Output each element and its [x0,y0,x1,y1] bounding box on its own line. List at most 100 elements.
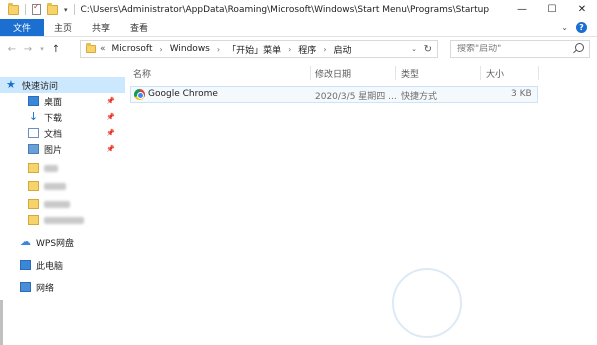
maximize-button[interactable]: ☐ [537,0,567,19]
redacted-label [44,182,66,190]
properties-icon[interactable] [32,2,41,15]
column-divider[interactable] [538,66,539,80]
sidebar-item-downloads[interactable]: ↓ 下载 📌 [0,109,125,125]
sidebar-item-label: 桌面 [44,97,63,108]
sidebar-item-label: 此电脑 [36,261,64,272]
ribbon-tabs: 文件 主页 共享 查看 ⌄ ? [0,19,597,37]
sidebar-item-folder[interactable] [0,178,125,194]
network-icon [20,282,31,292]
file-name: Google Chrome [148,89,218,99]
breadcrumb-windows[interactable]: Windows [170,44,210,54]
cloud-icon: ☁ [20,235,31,248]
desktop-icon [28,96,39,106]
folder-icon [28,199,39,209]
search-box[interactable] [450,40,590,58]
back-arrow-icon[interactable]: ← [4,44,20,55]
sidebar-item-documents[interactable]: 文档 📌 [0,125,125,141]
documents-icon [28,128,39,138]
file-type: 快捷方式 [401,92,438,102]
sidebar-item-desktop[interactable]: 桌面 📌 [0,93,125,109]
watermark-logo [392,268,462,338]
tab-view[interactable]: 查看 [120,19,158,36]
column-divider[interactable] [310,66,311,80]
breadcrumb-programs[interactable]: 程序 [298,43,316,56]
pin-icon: 📌 [106,145,115,153]
pictures-icon [28,144,39,154]
sidebar-item-wps-drive[interactable]: ☁ WPS网盘 [0,234,125,250]
column-header-size[interactable]: 大小 [486,66,504,80]
sidebar-item-label: 下载 [44,113,63,124]
computer-icon [20,260,31,270]
close-button[interactable]: ✕ [567,0,597,19]
breadcrumb-microsoft[interactable]: Microsoft [112,44,153,54]
breadcrumb-separator-icon[interactable]: › [323,45,326,54]
column-header-date[interactable]: 修改日期 [315,66,351,80]
redacted-label [44,216,84,224]
sidebar-item-pictures[interactable]: 图片 📌 [0,141,125,157]
search-input[interactable] [457,44,575,54]
file-date: 2020/3/5 星期四 ... [315,92,397,102]
expand-ribbon-chevron-icon[interactable]: ⌄ [561,23,568,32]
ribbon-right-controls: ⌄ ? [561,19,597,36]
file-list: 名称 修改日期 类型 大小 Google Chrome 2020/3/5 星期四… [125,62,597,345]
toolbar-divider [73,4,75,15]
sidebar-item-quick-access[interactable]: ★ 快速访问 [0,77,125,93]
overflow-breadcrumb[interactable]: « [100,44,106,54]
toolbar-divider [25,4,26,15]
new-folder-icon[interactable] [47,2,58,15]
pin-icon: 📌 [106,129,115,137]
file-size: 3 KB [511,89,532,99]
column-divider[interactable] [480,66,481,80]
sidebar-item-folder[interactable] [0,196,125,212]
navigation-pane: ★ 快速访问 桌面 📌 ↓ 下载 📌 文档 📌 图片 📌 ☁ WPS网盘 此电脑… [0,62,125,345]
address-bar[interactable]: « Microsoft › Windows › 「开始」菜单 › 程序 › 启动… [80,40,438,58]
customize-toolbar-chevron-icon[interactable]: ▾ [64,6,68,14]
breadcrumb-start-menu[interactable]: 「开始」菜单 [227,43,281,56]
window-controls: — ☐ ✕ [507,0,597,19]
sidebar-item-label: 文档 [44,129,63,140]
redacted-label [44,164,58,172]
tab-home[interactable]: 主页 [44,19,82,36]
up-arrow-icon[interactable]: ↑ [48,44,64,55]
search-icon [575,43,584,52]
title-bar: ▾ C:\Users\Administrator\AppData\Roaming… [0,0,597,19]
window-edge [0,300,3,345]
address-history-chevron-icon[interactable]: ⌄ [411,45,417,53]
tab-share[interactable]: 共享 [82,19,120,36]
column-divider[interactable] [395,66,396,80]
chrome-icon [134,89,145,100]
recent-locations-chevron-icon[interactable]: ▾ [36,45,48,53]
refresh-icon[interactable]: ↻ [424,44,432,55]
sidebar-item-label: WPS网盘 [36,238,75,249]
breadcrumb-separator-icon[interactable]: › [159,45,162,54]
sidebar-item-label: 快速访问 [22,81,59,92]
folder-icon [28,215,39,225]
navigation-bar: ← → ▾ ↑ « Microsoft › Windows › 「开始」菜单 ›… [0,38,597,60]
breadcrumb-separator-icon[interactable]: › [217,45,220,54]
download-icon: ↓ [28,110,39,123]
column-header-type[interactable]: 类型 [401,66,419,80]
breadcrumb-separator-icon[interactable]: › [288,45,291,54]
table-row[interactable]: Google Chrome 2020/3/5 星期四 ... 快捷方式 3 KB [130,86,538,103]
sidebar-item-label: 网络 [36,283,55,294]
pin-icon: 📌 [106,113,115,121]
folder-icon [8,2,19,15]
window-title: C:\Users\Administrator\AppData\Roaming\M… [80,4,490,15]
sidebar-item-folder[interactable] [0,160,125,176]
help-icon[interactable]: ? [576,22,587,33]
forward-arrow-icon[interactable]: → [20,44,36,55]
star-icon: ★ [6,78,16,91]
sidebar-item-network[interactable]: 网络 [0,279,125,295]
breadcrumb-startup[interactable]: 启动 [334,43,352,56]
minimize-button[interactable]: — [507,0,537,19]
sidebar-item-this-pc[interactable]: 此电脑 [0,257,125,273]
sidebar-item-folder[interactable] [0,212,125,228]
folder-icon [86,43,96,53]
column-header-name[interactable]: 名称 [133,66,151,80]
pin-icon: 📌 [106,97,115,105]
folder-icon [28,163,39,173]
quick-access-toolbar: ▾ [0,0,75,19]
tab-file[interactable]: 文件 [0,19,45,36]
redacted-label [44,200,70,208]
sidebar-item-label: 图片 [44,145,63,156]
